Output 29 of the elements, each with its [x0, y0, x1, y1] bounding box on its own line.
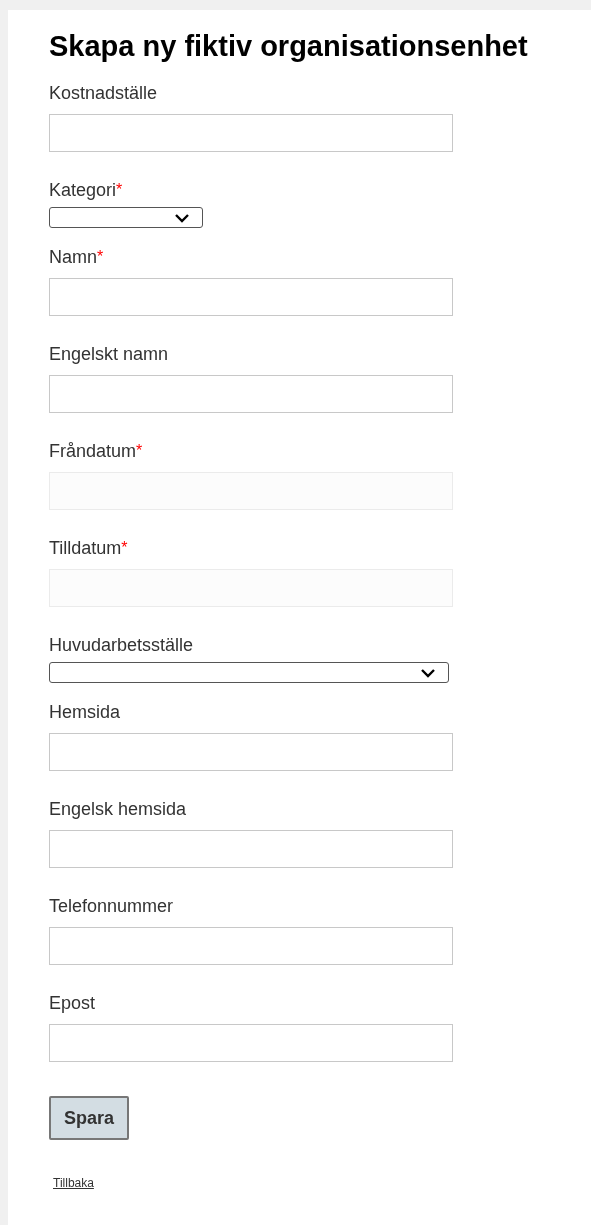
chevron-down-icon [420, 667, 436, 678]
dropdown-select[interactable] [49, 207, 203, 228]
field-label: Epost [49, 993, 96, 1013]
text-input[interactable] [49, 733, 453, 771]
page-title: Skapa ny fiktiv organisationsenhet [49, 30, 529, 62]
dropdown-select[interactable] [49, 662, 449, 683]
required-mark: * [121, 538, 128, 558]
required-mark: * [97, 247, 104, 267]
field-label: Huvudarbetsställe [49, 635, 194, 655]
field-label: Hemsida [49, 702, 121, 722]
text-input[interactable] [49, 114, 453, 152]
field-label: Fråndatum [49, 441, 137, 461]
text-input[interactable] [49, 278, 453, 316]
required-mark: * [136, 441, 143, 461]
required-mark: * [116, 180, 123, 198]
field-label: Telefonnummer [49, 896, 174, 916]
text-input[interactable] [49, 830, 453, 868]
text-input[interactable] [49, 927, 453, 965]
field-label: Kategori [49, 180, 117, 200]
save-button[interactable]: Spara [49, 1096, 129, 1140]
chevron-down-icon [174, 212, 190, 223]
text-input[interactable] [49, 375, 453, 413]
field-label: Namn [49, 247, 97, 267]
field-label: Engelsk hemsida [49, 799, 187, 819]
text-input[interactable] [49, 1024, 453, 1062]
field-label: Kostnadställe [49, 83, 158, 103]
field-label: Engelskt namn [49, 344, 169, 364]
back-link[interactable]: Tillbaka [53, 1176, 94, 1190]
field-label: Tilldatum [49, 538, 122, 558]
